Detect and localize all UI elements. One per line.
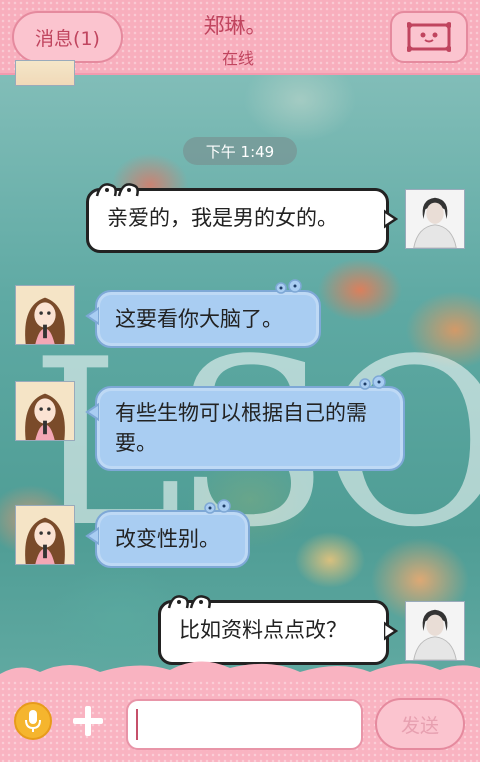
message-text: 这要看你大脑了。	[115, 307, 283, 331]
self-portrait-image	[406, 190, 464, 248]
contact-avatar[interactable]	[15, 381, 75, 441]
bubble-tail	[384, 621, 398, 641]
contact-portrait-image	[16, 382, 74, 440]
my-avatar[interactable]	[405, 189, 465, 249]
text-cursor	[136, 709, 138, 740]
contact-avatar[interactable]	[15, 285, 75, 345]
bubble-ears-decoration	[95, 183, 139, 197]
bubble-tail	[85, 402, 99, 422]
contact-avatar[interactable]	[15, 60, 75, 86]
message-bubble-incoming[interactable]: 这要看你大脑了。	[85, 279, 321, 348]
contact-portrait-image	[16, 286, 74, 344]
bubble-dots-decoration	[275, 279, 302, 294]
contact-card-icon	[407, 22, 451, 52]
bubble-dots-decoration	[359, 375, 386, 390]
message-bubble-incoming[interactable]: 有些生物可以根据自己的需要。	[85, 375, 405, 471]
bubble-tail	[85, 526, 99, 546]
voice-input-button[interactable]	[14, 702, 52, 740]
message-bubble-incoming[interactable]: 改变性别。	[85, 499, 250, 568]
message-text: 亲爱的，我是男的女的。	[107, 206, 338, 230]
microphone-icon	[25, 710, 41, 732]
message-text: 比如资料点点改？	[179, 618, 347, 642]
message-text: 有些生物可以根据自己的需要。	[115, 401, 367, 455]
contact-avatar[interactable]	[15, 505, 75, 565]
message-input[interactable]	[126, 699, 363, 750]
message-text: 改变性别。	[115, 527, 220, 551]
bubble-ears-decoration	[167, 595, 211, 609]
send-button[interactable]: 发送	[375, 698, 465, 750]
contact-portrait-image	[16, 506, 74, 564]
add-attachment-button[interactable]	[70, 703, 106, 739]
bubble-tail	[384, 209, 398, 229]
contact-status: 在线	[222, 49, 255, 68]
plus-icon	[73, 706, 103, 736]
message-timestamp: 下午 1:49	[183, 137, 297, 165]
message-bubble-outgoing[interactable]: 亲爱的，我是男的女的。	[86, 183, 398, 253]
bubble-tail	[85, 306, 99, 326]
contact-profile-button[interactable]	[390, 11, 468, 63]
bubble-dots-decoration	[204, 499, 231, 514]
